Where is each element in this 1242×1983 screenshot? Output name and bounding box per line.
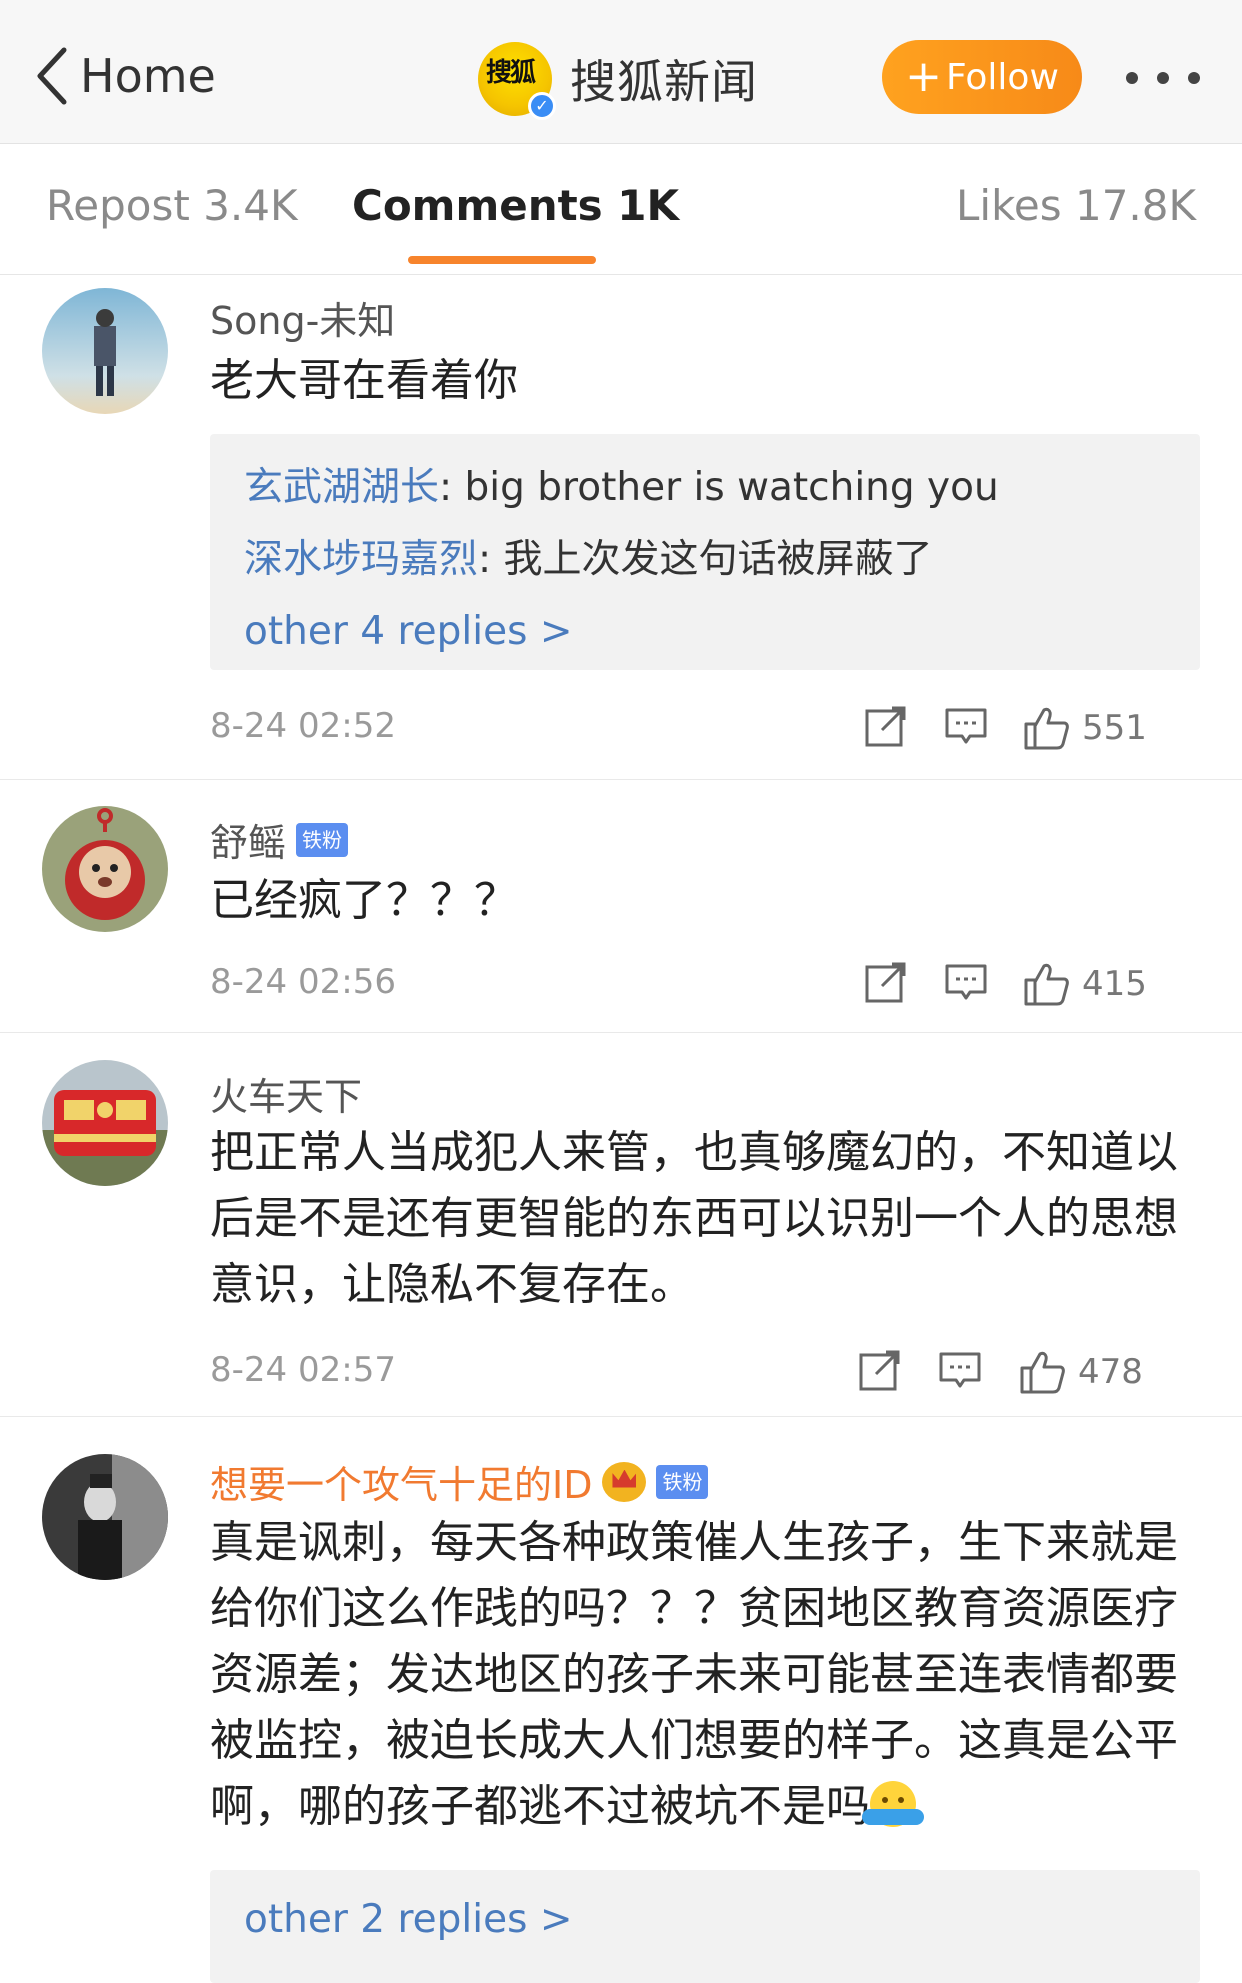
comment-item: 想要一个攻气十足的ID 铁粉 真是讽刺，每天各种政策催人生孩子，生下来就是给你们… xyxy=(0,1418,1242,1983)
comment-item: Song-未知 老大哥在看着你 玄武湖湖长: big brother is wa… xyxy=(0,276,1242,780)
comment-username[interactable]: 火车天下 xyxy=(210,1066,362,1121)
plus-icon: + xyxy=(905,51,942,102)
comment-time: 8-24 02:57 xyxy=(210,1350,396,1390)
active-tab-indicator xyxy=(408,256,596,264)
replies-box[interactable]: other 2 replies > xyxy=(210,1870,1200,1983)
comment-text-body: 真是讽刺，每天各种政策催人生孩子，生下来就是给你们这么作践的吗？？？贫困地区教育… xyxy=(210,1517,1178,1832)
like-count: 415 xyxy=(1082,964,1147,1004)
fan-badge: 铁粉 xyxy=(656,1464,709,1499)
comment-meta: 8-24 02:57 478 xyxy=(210,1348,1200,1396)
comment-text: 老大哥在看着你 xyxy=(210,355,518,406)
reply-item: 玄武湖湖长: big brother is watching you xyxy=(244,452,1166,524)
reply-item: 深水埗玛嘉烈: 我上次发这句话被屏蔽了 xyxy=(244,524,1166,596)
verified-icon: ✓ xyxy=(528,92,556,120)
comment-text: 真是讽刺，每天各种政策催人生孩子，生下来就是给你们这么作践的吗？？？贫困地区教育… xyxy=(210,1510,1200,1840)
comment-username-text[interactable]: 想要一个攻气十足的ID xyxy=(210,1454,592,1509)
tab-bar: Repost 3.4K Comments 1K Likes 17.8K xyxy=(0,145,1242,275)
follow-label: Follow xyxy=(945,56,1059,98)
reply-username[interactable]: 玄武湖湖长 xyxy=(244,465,439,510)
replies-box[interactable]: 玄武湖湖长: big brother is watching you 深水埗玛嘉… xyxy=(210,434,1200,670)
like-button[interactable]: 415 xyxy=(1022,960,1147,1008)
shrug-emoji-icon xyxy=(862,1781,924,1827)
avatar[interactable] xyxy=(42,806,168,932)
comment-icon[interactable] xyxy=(944,960,988,1004)
reply-username[interactable]: 深水埗玛嘉烈 xyxy=(244,537,478,582)
comment-time: 8-24 02:56 xyxy=(210,962,396,1002)
crown-icon xyxy=(602,1461,647,1502)
share-icon[interactable] xyxy=(864,960,908,1004)
account-avatar[interactable]: 搜狐 ✓ xyxy=(478,42,556,120)
like-button[interactable]: 478 xyxy=(1018,1348,1143,1396)
comment-item: 舒鳐 铁粉 已经疯了？？？ 8-24 02:56 415 xyxy=(0,780,1242,1033)
comment-username[interactable]: 想要一个攻气十足的ID 铁粉 xyxy=(210,1454,709,1509)
thumbs-up-icon xyxy=(1024,963,1069,1006)
account-logo-text: 搜狐 xyxy=(486,58,536,88)
account-header[interactable]: 搜狐 ✓ 搜狐新闻 xyxy=(478,42,758,120)
comment-icon[interactable] xyxy=(944,704,988,748)
comment-username[interactable]: Song-未知 xyxy=(210,290,395,345)
chevron-left-icon xyxy=(37,47,67,105)
thumbs-up-icon xyxy=(1024,707,1069,750)
follow-button[interactable]: + Follow xyxy=(882,40,1082,114)
tab-comments[interactable]: Comments 1K xyxy=(352,181,679,230)
comment-username[interactable]: 舒鳐 铁粉 xyxy=(210,812,349,867)
more-replies-link[interactable]: other 2 replies > xyxy=(244,1880,1166,1960)
share-icon[interactable] xyxy=(864,704,908,748)
comment-time: 8-24 02:52 xyxy=(210,706,396,746)
more-options-icon[interactable] xyxy=(1126,72,1200,86)
comment-icon[interactable] xyxy=(938,1348,982,1392)
account-name[interactable]: 搜狐新闻 xyxy=(570,46,758,112)
reply-text: : big brother is watching you xyxy=(439,465,999,510)
like-count: 478 xyxy=(1078,1352,1143,1392)
avatar[interactable] xyxy=(42,1454,168,1580)
back-button[interactable]: Home xyxy=(34,44,216,108)
avatar[interactable] xyxy=(42,1060,168,1186)
comment-item: 火车天下 把正常人当成犯人来管，也真够魔幻的，不知道以后是不是还有更智能的东西可… xyxy=(0,1034,1242,1417)
comment-username-text[interactable]: 舒鳐 xyxy=(210,812,286,867)
like-button[interactable]: 551 xyxy=(1022,704,1147,752)
top-bar: Home 搜狐 ✓ 搜狐新闻 + Follow xyxy=(0,0,1242,144)
tab-likes[interactable]: Likes 17.8K xyxy=(956,181,1196,230)
avatar[interactable] xyxy=(42,288,168,414)
reply-text: : 我上次发这句话被屏蔽了 xyxy=(478,537,933,582)
share-icon[interactable] xyxy=(858,1348,902,1392)
like-count: 551 xyxy=(1082,708,1147,748)
comment-text: 已经疯了？？？ xyxy=(210,875,518,926)
back-label: Home xyxy=(80,49,216,103)
fan-badge: 铁粉 xyxy=(296,822,349,857)
comment-text: 把正常人当成犯人来管，也真够魔幻的，不知道以后是不是还有更智能的东西可以识别一个… xyxy=(210,1127,1178,1310)
comment-meta: 8-24 02:56 415 xyxy=(210,960,1200,1008)
thumbs-up-icon xyxy=(1020,1351,1065,1394)
tab-repost[interactable]: Repost 3.4K xyxy=(46,181,298,230)
comment-meta: 8-24 02:52 551 xyxy=(210,704,1200,752)
more-replies-link[interactable]: other 4 replies > xyxy=(244,596,1166,668)
